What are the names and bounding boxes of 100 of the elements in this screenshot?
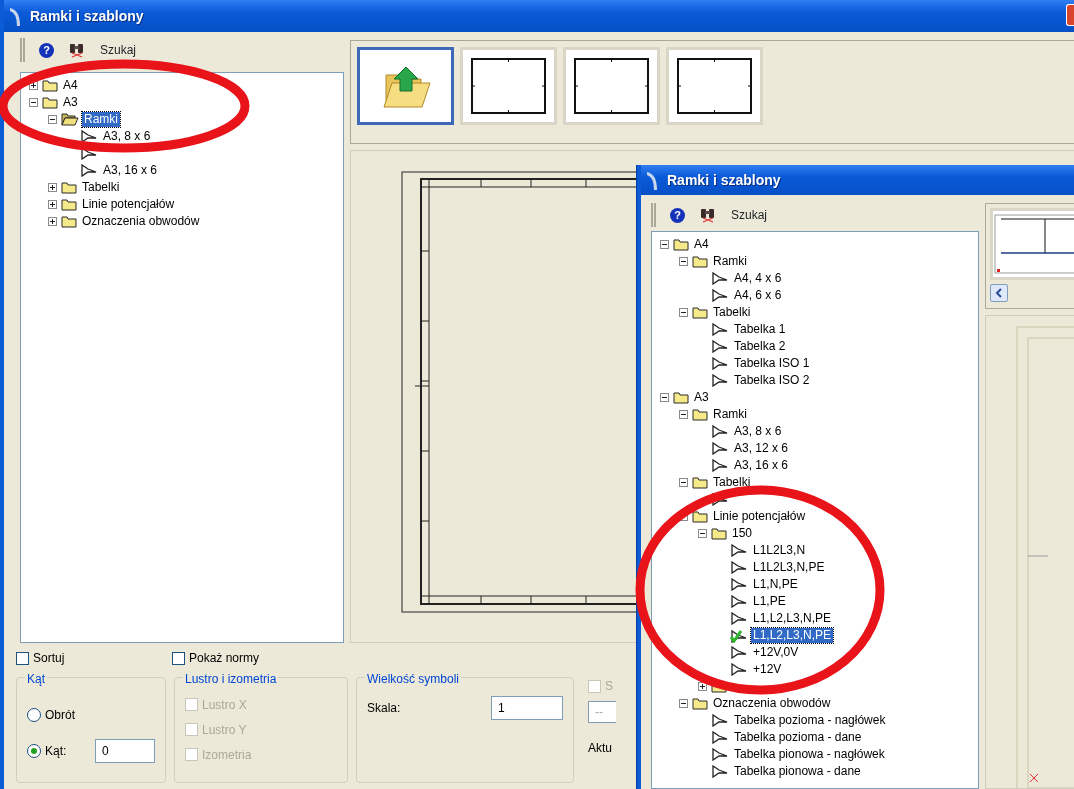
tree-item-label[interactable]: A4 <box>692 237 711 252</box>
expander-icon[interactable] <box>660 240 669 249</box>
flag-icon <box>711 357 729 370</box>
tree-item-label[interactable]: Tabelki <box>711 475 753 490</box>
expander-icon[interactable] <box>29 81 38 90</box>
tree-item-label[interactable]: A3, 16 x 6 <box>732 458 791 473</box>
expander-icon[interactable] <box>679 410 688 419</box>
folder-icon <box>692 697 708 710</box>
radio-label: Kąt: <box>45 743 67 760</box>
tree-item-label[interactable]: Tabelka 2 <box>732 339 788 354</box>
tree-item-label[interactable]: Linie potencjałów <box>80 197 177 212</box>
frame-thumbnail[interactable] <box>666 47 763 125</box>
tree-item-label[interactable]: A3, 8 x 6 <box>101 129 153 144</box>
tree-item-label[interactable]: Tabelka pozioma - nagłówek <box>732 713 888 728</box>
tree-item-label[interactable]: +12V,0V <box>751 645 801 660</box>
tree-item-label[interactable]: Tabelka pozioma - dane <box>732 730 864 745</box>
tree-item-label[interactable]: Oznaczenia obwodów <box>80 214 202 229</box>
tree-item-label[interactable]: Tabelki <box>711 305 753 320</box>
flag-icon <box>711 272 729 285</box>
folder-icon <box>673 238 689 251</box>
flag-icon <box>711 765 729 778</box>
tree-item-label[interactable]: +12V <box>751 662 784 677</box>
tree-item-label[interactable]: A3 <box>61 95 80 110</box>
window-icon <box>8 6 22 26</box>
expander-icon[interactable] <box>48 183 57 192</box>
expander-icon[interactable] <box>679 478 688 487</box>
flag-icon <box>730 561 748 574</box>
tree-item-label[interactable]: A4, 6 x 6 <box>732 288 784 303</box>
field-label: Aktu <box>588 740 613 757</box>
tree-item-label[interactable]: A3, 12 x 6 <box>732 441 791 456</box>
tree-item-label[interactable]: A3, 16 x 6 <box>101 163 160 178</box>
flag-icon <box>711 374 729 387</box>
expander-icon[interactable] <box>679 308 688 317</box>
tree-item-label[interactable]: Tabelka ISO 2 <box>732 373 812 388</box>
tree-item-label[interactable]: A3 <box>692 390 711 405</box>
tree-item-label[interactable]: L1L2L3,N <box>751 543 808 558</box>
binoculars-icon[interactable] <box>68 42 86 58</box>
tree-item-label[interactable]: L1,L2,L3,N,PE <box>751 611 834 626</box>
open-button[interactable] <box>357 47 454 125</box>
help-icon[interactable]: ? <box>670 207 685 223</box>
tree-item-label[interactable]: L1,PE <box>751 594 788 609</box>
tree-item-label[interactable]: Oznaczenia obwodów <box>711 696 833 711</box>
expander-icon[interactable] <box>48 200 57 209</box>
tree-item-label[interactable]: Ramki <box>711 407 749 422</box>
tree-item-label[interactable]: L1,N,PE <box>751 577 800 592</box>
tree-item-label[interactable]: Tabelka 1 <box>732 322 788 337</box>
flag-icon <box>80 164 98 177</box>
frame-thumbnail[interactable] <box>563 47 660 125</box>
checkbox-label: Pokaż normy <box>189 650 260 667</box>
tree-item-label[interactable]: Ramki <box>711 254 749 269</box>
close-button[interactable] <box>1066 4 1074 26</box>
expander-icon[interactable] <box>698 529 707 538</box>
radio-button[interactable] <box>27 744 41 758</box>
expander-icon[interactable] <box>698 682 707 691</box>
scroll-left-button[interactable] <box>990 284 1008 302</box>
flag-icon <box>711 323 729 336</box>
checkbox-label: Lustro X <box>202 696 247 714</box>
flag-icon <box>730 578 748 591</box>
expander-icon[interactable] <box>48 217 57 226</box>
tree-item-label[interactable]: A3, 8 x 6 <box>732 424 784 439</box>
expander-icon[interactable] <box>660 393 669 402</box>
folder-icon <box>692 476 708 489</box>
tree-item-label[interactable]: Tabelka ISO 1 <box>732 356 812 371</box>
tree-item-label[interactable]: A4 <box>61 78 80 93</box>
input-field[interactable]: 0 <box>95 739 155 763</box>
expander-icon[interactable] <box>679 699 688 708</box>
checkbox-label: Sortuj <box>33 650 65 667</box>
toolbar-grip[interactable] <box>651 203 656 227</box>
folder-icon <box>692 255 708 268</box>
search-button[interactable]: Szukaj <box>731 206 768 224</box>
help-icon[interactable]: ? <box>39 42 54 58</box>
tree-item-label[interactable]: 150 <box>730 526 755 541</box>
expander-icon[interactable] <box>29 98 38 107</box>
expander-icon[interactable] <box>48 115 57 124</box>
radio-label: Obrót <box>45 707 75 724</box>
tree-item-label[interactable]: Tabelki <box>80 180 122 195</box>
tree-item-label[interactable]: A4, 4 x 6 <box>732 271 784 286</box>
folder-icon <box>692 306 708 319</box>
checkbox[interactable] <box>16 651 29 665</box>
tree-item-label[interactable]: Linie potencjałów <box>711 509 808 524</box>
flag-icon <box>730 544 748 557</box>
toolbar-grip[interactable] <box>20 38 25 62</box>
tree-item-label[interactable]: Ramki <box>82 112 120 127</box>
frame-thumbnail[interactable] <box>460 47 557 125</box>
tree-item-label[interactable]: Tabelka pionowa - dane <box>732 764 863 779</box>
expander-icon[interactable] <box>679 257 688 266</box>
input-field[interactable]: 1 <box>491 696 563 720</box>
search-button[interactable]: Szukaj <box>100 41 137 59</box>
tree-item-label[interactable]: L1L2L3,N,PE <box>751 560 827 575</box>
flag-icon <box>730 646 748 659</box>
folder-icon <box>673 391 689 404</box>
folder-icon <box>61 198 77 211</box>
checkbox[interactable] <box>172 651 185 665</box>
binoculars-icon[interactable] <box>699 207 717 223</box>
tree-item-label[interactable]: Tabelka pionowa - nagłówek <box>732 747 887 762</box>
open-folder-icon <box>61 113 79 126</box>
folder-icon <box>42 79 58 92</box>
tree-item-label[interactable]: L1,L2,L3,N,PE <box>751 628 834 643</box>
radio-button[interactable] <box>27 708 41 722</box>
folder-icon <box>61 181 77 194</box>
